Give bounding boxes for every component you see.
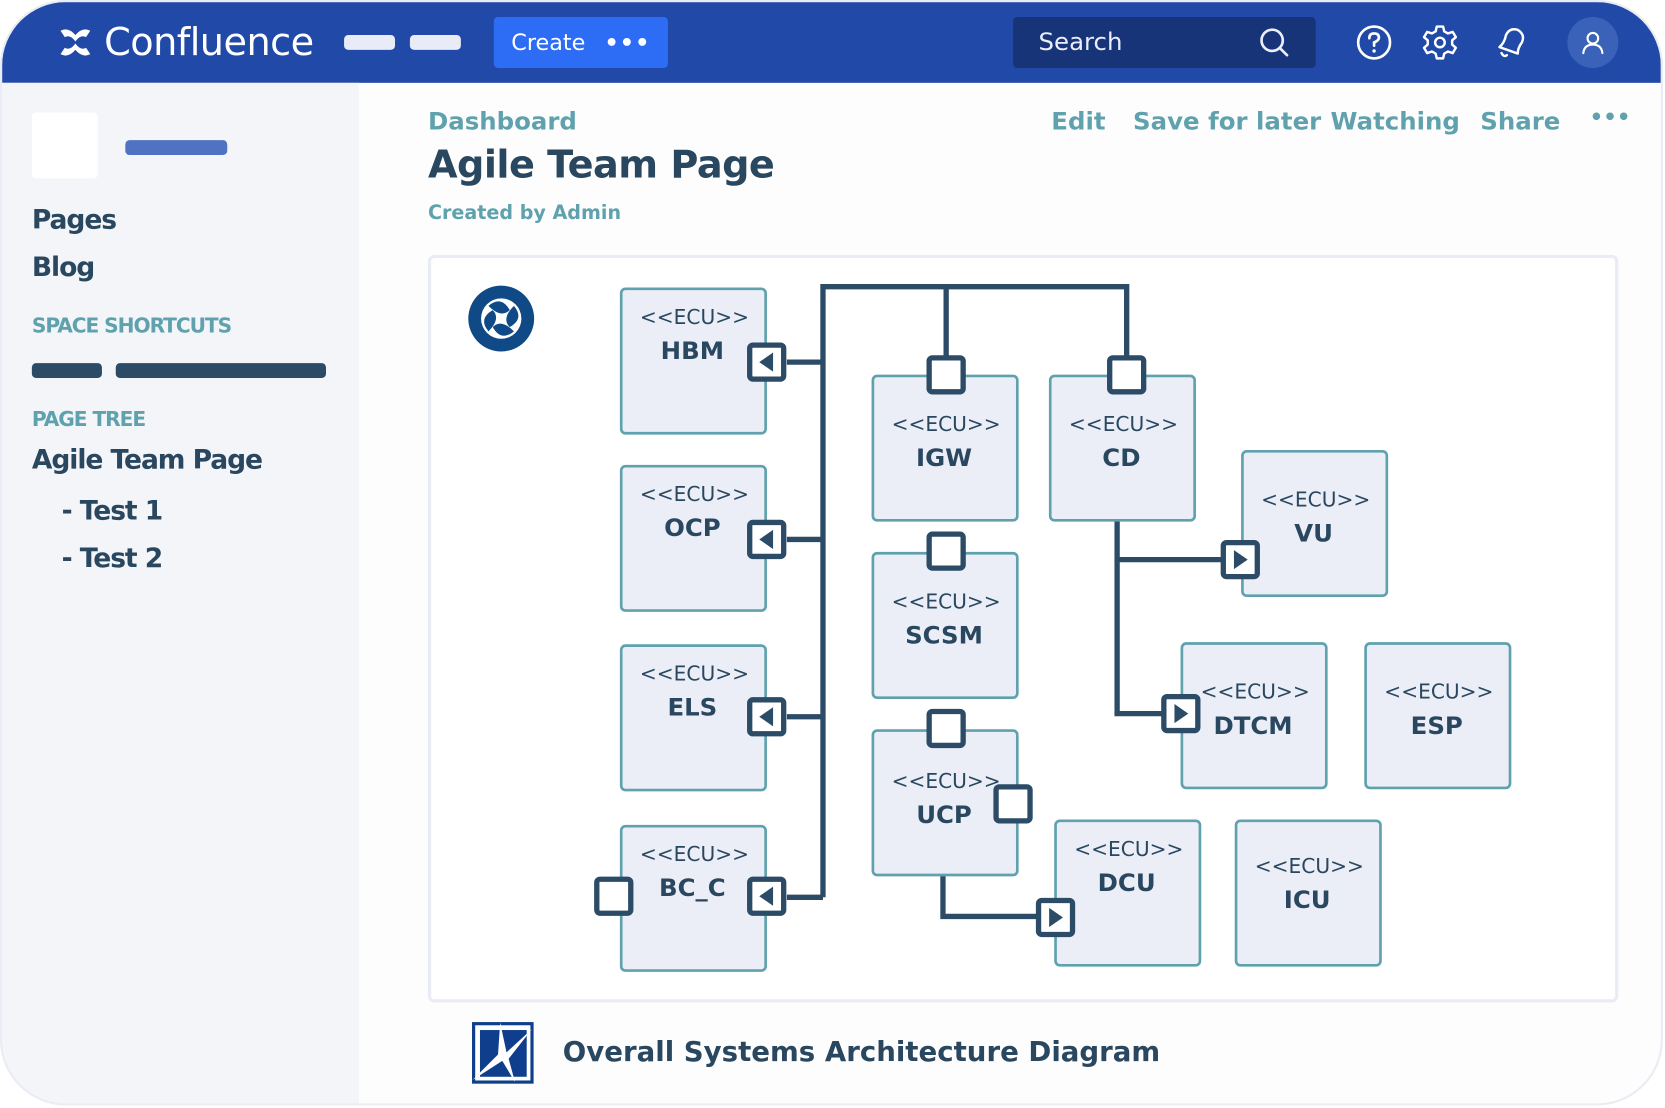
port-square[interactable] bbox=[1107, 355, 1147, 395]
port-right-arrow[interactable] bbox=[1161, 693, 1201, 734]
ecu-name: HBM bbox=[661, 336, 724, 365]
ecu-stereotype: <<ECU>> bbox=[892, 589, 1001, 613]
ecu-stereotype: <<ECU>> bbox=[892, 769, 1001, 793]
ecu-node-cd[interactable]: <<ECU>> CD bbox=[1048, 374, 1196, 522]
port-square[interactable] bbox=[926, 355, 966, 395]
ecu-stereotype: <<ECU>> bbox=[640, 662, 749, 686]
connector-line bbox=[1114, 559, 1162, 717]
ecu-name: ICU bbox=[1284, 885, 1331, 914]
ecu-name: UCP bbox=[916, 800, 972, 829]
ecu-name: ESP bbox=[1411, 711, 1463, 740]
ea-logo-icon bbox=[468, 285, 535, 352]
ecu-name: BC_C bbox=[659, 873, 726, 902]
port-right-arrow[interactable] bbox=[1220, 539, 1260, 580]
port-left-arrow[interactable] bbox=[747, 876, 787, 916]
port-square[interactable] bbox=[594, 876, 634, 916]
ecu-name: ELS bbox=[667, 693, 717, 722]
port-left-arrow[interactable] bbox=[747, 697, 787, 737]
ecu-node-hbm[interactable]: <<ECU>> HBM bbox=[619, 287, 767, 435]
connector-line bbox=[1114, 519, 1222, 563]
ecu-stereotype: <<ECU>> bbox=[1384, 680, 1493, 704]
ecu-node-scsm[interactable]: <<ECU>> SCSM bbox=[871, 551, 1019, 699]
ecu-node-dtcm[interactable]: <<ECU>> DTCM bbox=[1180, 642, 1328, 790]
diagram-caption: Overall Systems Architecture Diagram bbox=[562, 1036, 1161, 1069]
ecu-stereotype: <<ECU>> bbox=[640, 842, 749, 866]
app-window: Confluence Create ••• Search Pages Blog … bbox=[0, 0, 1663, 1106]
ecu-node-igw[interactable]: <<ECU>> IGW bbox=[871, 374, 1019, 522]
ecu-stereotype: <<ECU>> bbox=[640, 305, 749, 329]
ecu-stereotype: <<ECU>> bbox=[640, 482, 749, 506]
port-square[interactable] bbox=[926, 708, 966, 749]
ecu-node-dcu[interactable]: <<ECU>> DCU bbox=[1054, 819, 1202, 967]
ecu-node-ocp[interactable]: <<ECU>> OCP bbox=[619, 464, 767, 612]
ecu-name: DCU bbox=[1098, 868, 1156, 897]
port-square[interactable] bbox=[926, 531, 966, 571]
port-right-arrow[interactable] bbox=[1035, 897, 1076, 938]
ecu-stereotype: <<ECU>> bbox=[892, 412, 1001, 436]
port-square[interactable] bbox=[993, 784, 1033, 824]
ecu-stereotype: <<ECU>> bbox=[1074, 837, 1183, 861]
ecu-name: OCP bbox=[664, 513, 721, 542]
port-left-arrow[interactable] bbox=[747, 519, 787, 560]
architecture-diagram: <<ECU>> HBM <<ECU>> OCP <<ECU>> ELS <<ECU>> BC_… bbox=[468, 284, 1512, 972]
ecu-node-icu[interactable]: <<ECU>> ICU bbox=[1234, 819, 1382, 967]
ecu-node-els[interactable]: <<ECU>> ELS bbox=[619, 644, 767, 792]
ecu-name: DTCM bbox=[1213, 711, 1292, 740]
ecu-name: VU bbox=[1294, 519, 1333, 548]
ecu-node-esp[interactable]: <<ECU>> ESP bbox=[1364, 642, 1512, 790]
ecu-stereotype: <<ECU>> bbox=[1255, 854, 1364, 878]
ecu-stereotype: <<ECU>> bbox=[1261, 488, 1370, 512]
ecu-name: CD bbox=[1102, 443, 1140, 472]
connector-line bbox=[940, 873, 1038, 920]
ecu-stereotype: <<ECU>> bbox=[1069, 412, 1178, 436]
ecu-name: SCSM bbox=[905, 621, 983, 650]
port-left-arrow[interactable] bbox=[747, 342, 787, 382]
ecu-node-bc_c[interactable]: <<ECU>> BC_C bbox=[619, 824, 767, 972]
ecu-name: IGW bbox=[916, 443, 972, 472]
ecu-node-vu[interactable]: <<ECU>> VU bbox=[1241, 449, 1389, 598]
diagram-type-icon bbox=[472, 1022, 534, 1084]
ecu-stereotype: <<ECU>> bbox=[1201, 680, 1310, 704]
